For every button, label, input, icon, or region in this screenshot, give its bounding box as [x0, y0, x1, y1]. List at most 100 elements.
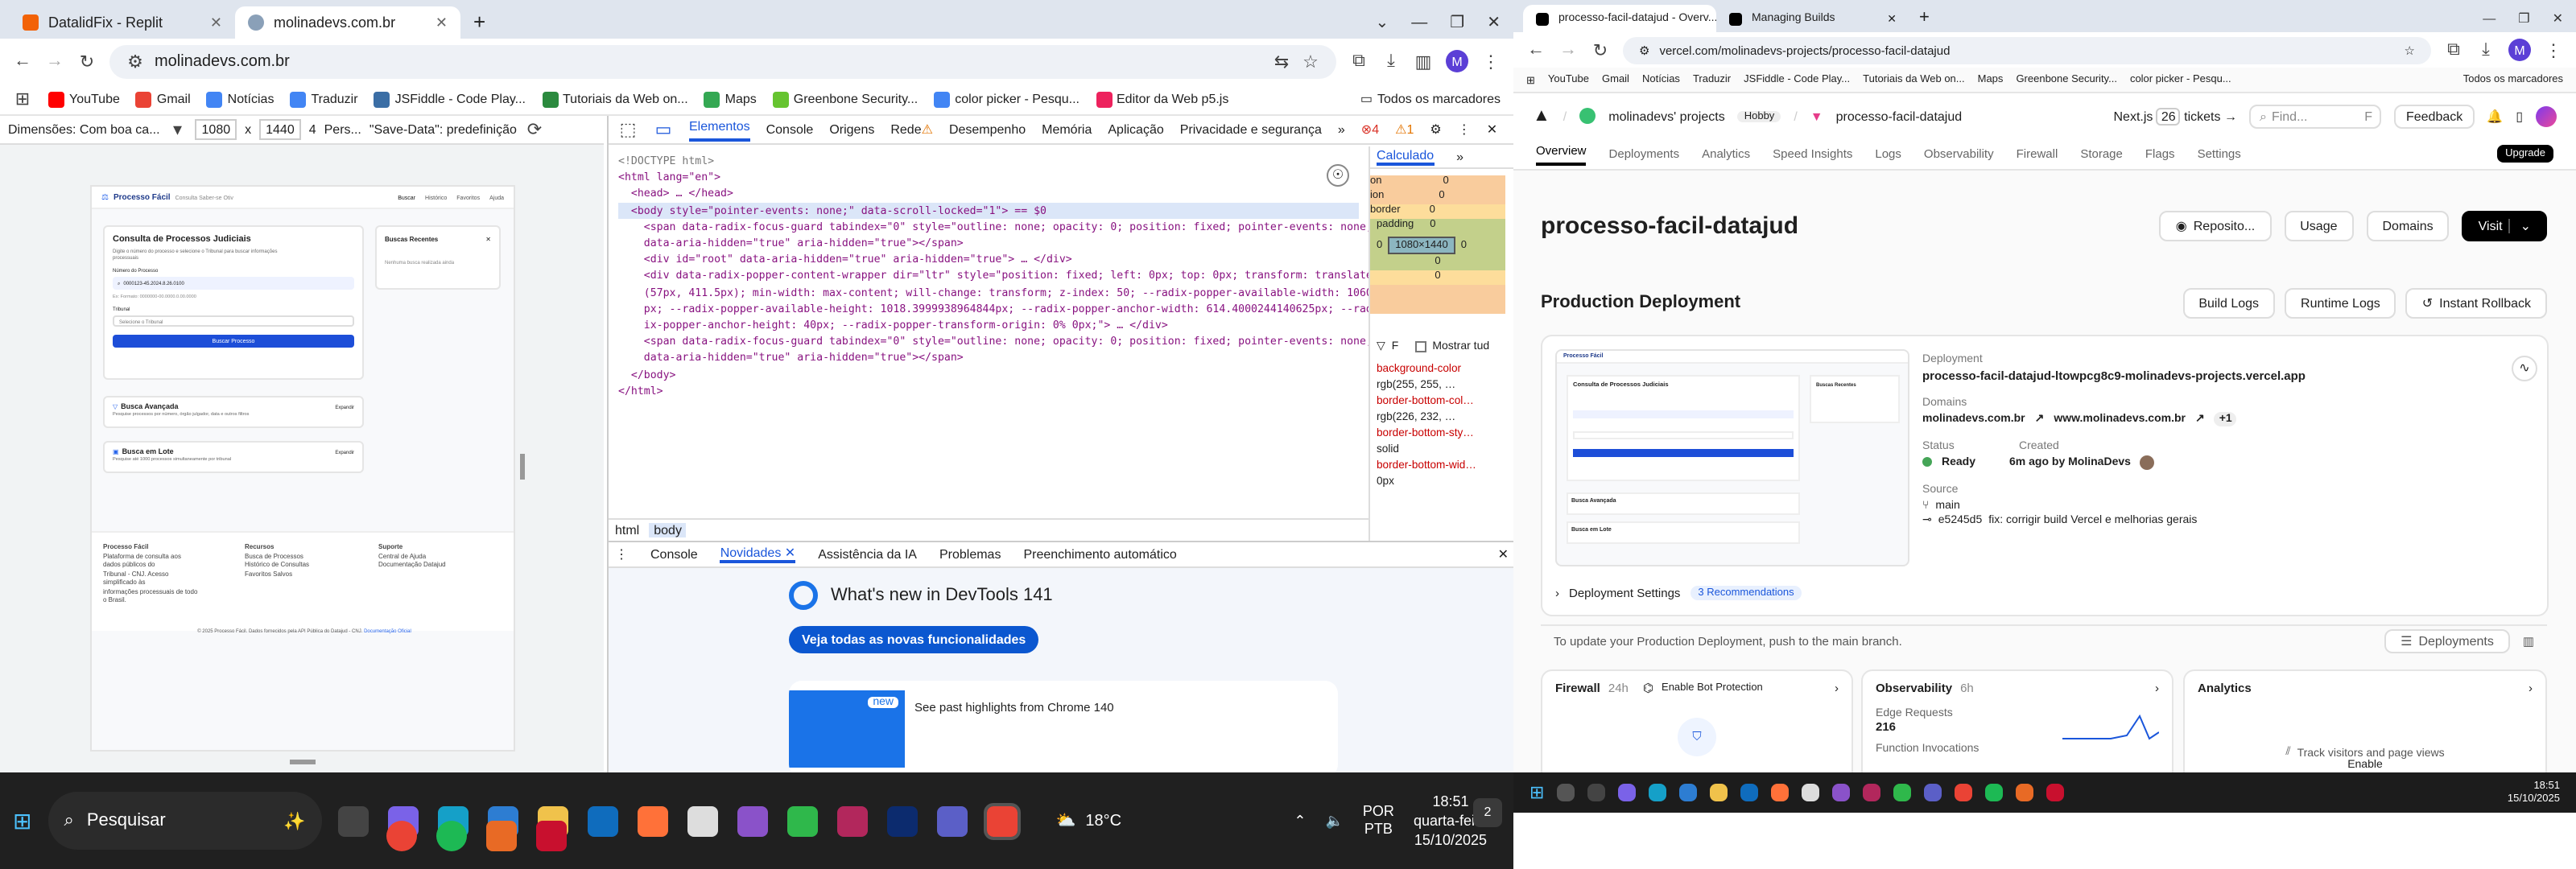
mcafee-icon[interactable] [536, 821, 567, 851]
runtime-logs-button[interactable]: Runtime Logs [2285, 287, 2396, 318]
firefox-icon[interactable] [1771, 784, 1790, 801]
back-icon[interactable]: ← [13, 51, 32, 71]
show-all-checkbox[interactable] [1414, 340, 1426, 352]
bookmark-gmail[interactable]: Gmail [135, 91, 191, 107]
nav-flags[interactable]: Flags [2145, 146, 2175, 161]
nav-logs[interactable]: Logs [1875, 146, 1901, 161]
disney-icon[interactable] [886, 805, 918, 836]
nav-observability[interactable]: Observability [1924, 146, 1994, 161]
notepad-icon[interactable] [687, 805, 718, 836]
site-info-icon[interactable]: ⚙ [1639, 43, 1649, 57]
firewall-card[interactable]: Firewall 24h ⌬ Enable Bot Protection › ⛉ [1541, 669, 1853, 772]
nav-firewall[interactable]: Firewall [2017, 146, 2058, 161]
taskbar-search[interactable]: ⌕ Pesquisar ✨ [47, 792, 322, 850]
chevron-up-icon[interactable]: ⌃ [1294, 812, 1306, 830]
observability-card[interactable]: Observability 6h › Edge Requests 216 Funct… [1861, 669, 2174, 772]
translate-icon[interactable]: ⇆ [1272, 51, 1291, 72]
bookmark-colorpicker[interactable]: color picker - Pesqu... [2130, 74, 2231, 85]
repository-button[interactable]: ◉ Reposito... [2159, 210, 2272, 241]
process-number-input[interactable]: ⌕ 0000123-45.2024.8.26.0100 [113, 277, 354, 290]
analytics-card[interactable]: Analytics › ⫽ Track visitors and page view… [2183, 669, 2547, 772]
bookmark-greenbone[interactable]: Greenbone Security... [2016, 74, 2117, 85]
brave-icon[interactable] [2016, 784, 2034, 801]
dom-line[interactable]: <span data-radix-focus-guard tabindex="0… [618, 219, 1368, 235]
recommendations-badge[interactable]: 3 Recommendations [1690, 586, 1802, 600]
profile-avatar[interactable]: M [1446, 50, 1468, 72]
domains-button[interactable]: Domains [2366, 210, 2450, 241]
nav-settings[interactable]: Settings [2198, 146, 2241, 161]
store-icon[interactable] [1679, 784, 1698, 801]
firefox-icon[interactable] [637, 805, 668, 836]
all-bookmarks[interactable]: ▭ Todos os marcadores [1360, 92, 1501, 106]
computed-filter[interactable]: ▽ F Mostrar tud [1377, 340, 1489, 352]
drawer-tab-console[interactable]: Console [650, 547, 698, 562]
forward-icon[interactable]: → [45, 51, 64, 71]
speaker-icon[interactable]: 🔈 [1325, 812, 1343, 830]
apps-icon[interactable]: ⊞ [13, 89, 32, 109]
breadcrumb-html[interactable]: html [615, 523, 639, 537]
menu-icon[interactable]: ⋮ [1458, 122, 1471, 137]
dom-line[interactable]: <span data-radix-focus-guard tabindex="0… [618, 333, 1368, 349]
user-avatar[interactable] [2536, 105, 2557, 126]
dom-line[interactable]: (57px, 411.5px); min-width: max-content;… [618, 284, 1368, 300]
team-switcher[interactable]: molinadevs' projects [1608, 109, 1724, 123]
zoom-select[interactable]: 4 [309, 122, 316, 137]
chrome-icon[interactable] [1955, 784, 1973, 801]
next-tickets[interactable]: Next.js 26 tickets → [2114, 107, 2237, 125]
menu-icon[interactable]: ⋮ [2544, 39, 2563, 60]
highlight-card[interactable]: new See past highlights from Chrome 140 [789, 681, 1338, 772]
drawer-tab-ai[interactable]: Assistência da IA [818, 547, 917, 562]
pycharm-icon[interactable] [1893, 784, 1912, 801]
more-tabs-icon[interactable]: » [1338, 122, 1345, 137]
branch-name[interactable]: main [1935, 498, 1959, 513]
tribunal-select[interactable]: Selecione o Tribunal [113, 315, 354, 327]
tab-performance[interactable]: Desempenho [949, 122, 1026, 137]
feedback-button[interactable]: Feedback [2394, 104, 2475, 128]
teams-icon[interactable] [1924, 784, 1942, 801]
build-logs-button[interactable]: Build Logs [2182, 287, 2276, 318]
ai-assist-icon[interactable]: ☉ [1327, 164, 1349, 187]
bell-icon[interactable]: 🔔 [2487, 109, 2503, 123]
dom-line[interactable]: data-aria-hidden="true" aria-hidden="tru… [618, 235, 1359, 251]
extensions-icon[interactable]: ⧉ [2444, 39, 2463, 60]
close-icon[interactable]: ✕ [1887, 12, 1897, 25]
tab-elements[interactable]: Elementos [689, 118, 750, 141]
address-bar[interactable]: ⚙ vercel.com/molinadevs-projects/process… [1623, 36, 2431, 64]
bookmark-traduzir[interactable]: Traduzir [1693, 74, 1731, 85]
throttle-select[interactable]: Pers... [324, 122, 361, 137]
windows-start-icon[interactable]: ⊞ [1530, 782, 1544, 803]
bookmark-youtube[interactable]: YouTube [1548, 74, 1589, 85]
breadcrumb-body[interactable]: body [649, 523, 687, 537]
bookmark-noticias[interactable]: Notícias [206, 91, 274, 107]
right-clock[interactable]: 18:51 15/10/2025 [2508, 780, 2560, 805]
site-info-icon[interactable]: ⚙ [126, 51, 145, 72]
forward-icon[interactable]: → [1558, 40, 1578, 60]
nav-deployments[interactable]: Deployments [1609, 146, 1680, 161]
domain-link-2[interactable]: www.molinadevs.com.br [2054, 411, 2186, 426]
bookmark-tutoriais[interactable]: Tutoriais da Web on... [542, 91, 688, 107]
device-dimensions-select[interactable]: Dimensões: Com boa ca... [8, 122, 160, 137]
new-tab-button[interactable]: + [1909, 5, 1939, 32]
bookmark-jsfiddle[interactable]: JSFiddle - Code Play... [1744, 74, 1850, 85]
intellij-icon[interactable] [1863, 784, 1881, 801]
domain-link-1[interactable]: molinadevs.com.br [1922, 411, 2025, 426]
close-icon[interactable]: ✕ [485, 235, 491, 243]
intellij-icon[interactable] [836, 805, 868, 836]
close-window-icon[interactable]: ✕ [2553, 11, 2563, 26]
copilot-icon[interactable] [1618, 784, 1637, 801]
bookmark-maps[interactable]: Maps [1978, 74, 2004, 85]
chrome-icon[interactable] [983, 802, 1021, 839]
close-window-icon[interactable]: ✕ [1487, 14, 1501, 31]
dom-line[interactable]: px; --radix-popper-available-height: 101… [618, 301, 1368, 317]
address-bar[interactable]: ⚙ molinadevs.com.br ⇆ ☆ [109, 44, 1336, 78]
bookmark-colorpicker[interactable]: color picker - Pesqu... [934, 91, 1080, 107]
enable-analytics[interactable]: Enable [2198, 760, 2533, 771]
spotify-icon[interactable] [1985, 784, 2004, 801]
dom-line[interactable]: <!DOCTYPE html> [618, 153, 1359, 169]
dom-line[interactable]: <div id="root" data-aria-hidden="true" a… [618, 251, 1359, 267]
width-input[interactable]: 1080 [195, 119, 237, 140]
edge-icon[interactable] [1649, 784, 1667, 801]
search-icon[interactable] [1557, 784, 1575, 801]
warning-count[interactable]: ⚠1 [1395, 122, 1414, 137]
layout-icon[interactable]: ▯ [2516, 109, 2523, 123]
